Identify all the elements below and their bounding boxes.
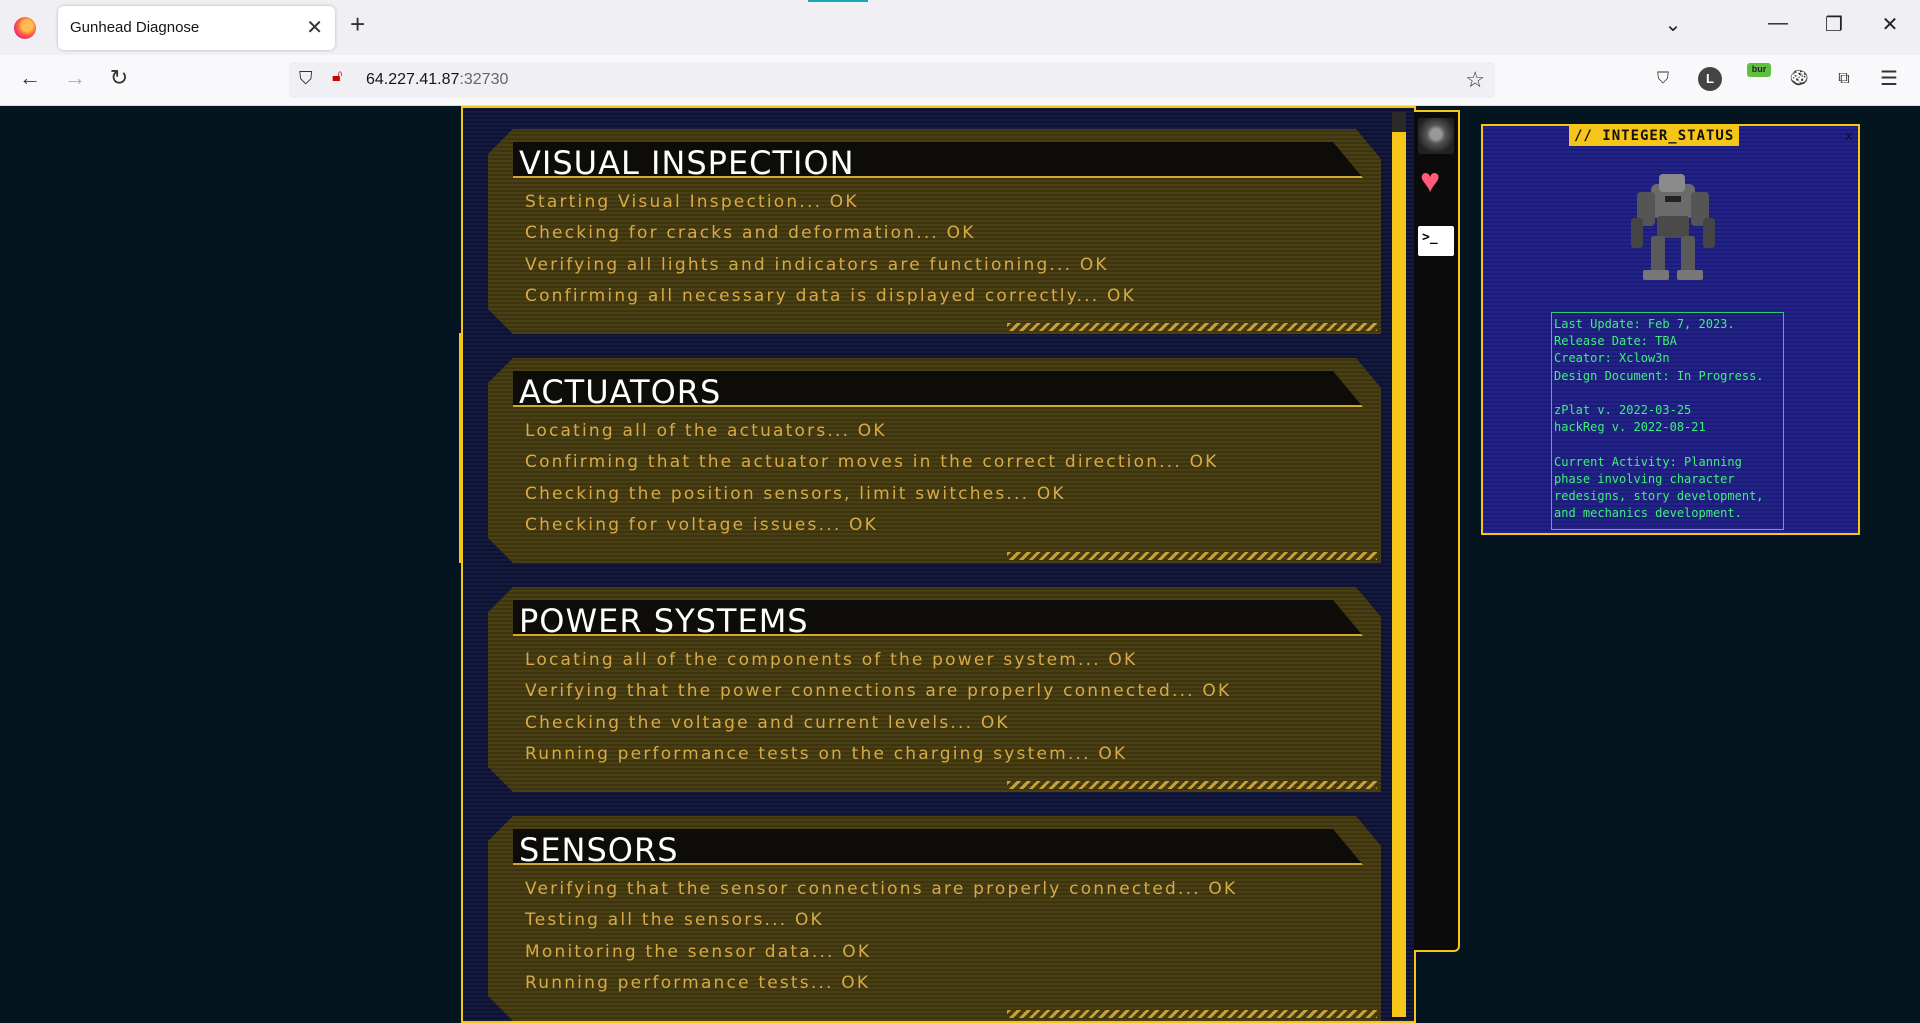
section-heading: SENSORS bbox=[513, 829, 1363, 865]
log-line: Locating all of the components of the po… bbox=[525, 650, 1138, 670]
section-log: Starting Visual Inspection... OK Checkin… bbox=[525, 187, 1136, 312]
mech-robot-image bbox=[1631, 174, 1715, 280]
url-bar[interactable]: ⛉ 🔓︎ 64.227.41.87:32730 ☆ bbox=[289, 62, 1495, 98]
status-info-box: Last Update: Feb 7, 2023. Release Date: … bbox=[1551, 312, 1784, 530]
bookmark-star-icon[interactable]: ☆ bbox=[1465, 67, 1485, 93]
bur-extension-icon[interactable]: bur bbox=[1747, 63, 1771, 77]
terminal-icon[interactable]: >_ bbox=[1418, 226, 1454, 256]
log-line: Verifying all lights and indicators are … bbox=[525, 254, 1109, 275]
close-icon[interactable]: x bbox=[1846, 128, 1853, 143]
log-line: Monitoring the sensor data... OK bbox=[525, 941, 872, 962]
section-power-systems: POWER SYSTEMS Locating all of the compon… bbox=[488, 587, 1381, 792]
url-port: :32730 bbox=[459, 71, 509, 88]
pocket-icon[interactable]: ⛉ bbox=[1651, 67, 1675, 91]
list-all-tabs-icon[interactable]: ⌄ bbox=[1658, 12, 1688, 37]
tab-gunhead-diagnose[interactable]: Gunhead Diagnose ✕ bbox=[58, 6, 335, 50]
hatch-decoration bbox=[1007, 1010, 1377, 1018]
log-line: Running performance tests on the chargin… bbox=[525, 743, 1128, 764]
back-arrow-icon[interactable]: ← bbox=[15, 65, 45, 91]
close-tab-icon[interactable]: ✕ bbox=[306, 15, 323, 40]
extensions-puzzle-icon[interactable]: ⧉ bbox=[1832, 67, 1856, 91]
forward-arrow-icon[interactable]: → bbox=[60, 65, 90, 91]
log-line: Starting Visual Inspection... OK bbox=[525, 192, 859, 212]
section-heading: POWER SYSTEMS bbox=[513, 600, 1363, 636]
section-log: Locating all of the actuators... OK Conf… bbox=[525, 416, 1219, 541]
section-log: Verifying that the sensor connections ar… bbox=[525, 874, 1237, 999]
url-text[interactable]: 64.227.41.87:32730 bbox=[366, 71, 508, 89]
cookie-extension-icon[interactable]: 🍪︎ bbox=[1787, 67, 1811, 91]
status-panel-title: // INTEGER_STATUS bbox=[1569, 126, 1740, 146]
browser-chrome: Gunhead Diagnose ✕ + ⌄ — ❐ ✕ ← → ↻ ⛉ 🔓︎ … bbox=[0, 0, 1920, 106]
new-tab-button[interactable]: + bbox=[350, 11, 365, 37]
scrollbar-track[interactable] bbox=[1392, 112, 1406, 1017]
log-line: Checking for voltage issues... OK bbox=[525, 514, 878, 535]
section-title: ACTUATORS bbox=[519, 373, 722, 411]
tab-strip-accent bbox=[808, 0, 868, 2]
hatch-decoration bbox=[1007, 781, 1377, 789]
firefox-logo-icon bbox=[14, 17, 36, 39]
section-heading: VISUAL INSPECTION bbox=[513, 142, 1363, 178]
robot-avatar[interactable] bbox=[1418, 118, 1454, 154]
section-log: Locating all of the components of the po… bbox=[525, 645, 1231, 770]
section-heading: ACTUATORS bbox=[513, 371, 1363, 407]
restore-window-button[interactable]: ❐ bbox=[1819, 12, 1849, 37]
shield-icon[interactable]: ⛉ bbox=[299, 68, 313, 89]
section-actuators: ACTUATORS Locating all of the actuators.… bbox=[488, 358, 1381, 563]
log-line: Locating all of the actuators... OK bbox=[525, 421, 887, 441]
scrollbar-thumb[interactable] bbox=[1392, 112, 1406, 132]
side-rail: ♥ >_ bbox=[1414, 110, 1460, 952]
log-line: Confirming that the actuator moves in th… bbox=[525, 452, 1219, 473]
insecure-lock-icon[interactable]: 🔓︎ bbox=[332, 68, 342, 86]
profile-avatar[interactable]: L bbox=[1698, 67, 1722, 91]
log-line: Testing all the sensors... OK bbox=[525, 910, 824, 931]
log-line: Confirming all necessary data is display… bbox=[525, 285, 1136, 306]
close-window-button[interactable]: ✕ bbox=[1875, 12, 1905, 37]
section-title: VISUAL INSPECTION bbox=[519, 144, 855, 182]
integer-status-panel: // INTEGER_STATUS x Last Update: Feb 7, … bbox=[1481, 124, 1860, 535]
hatch-decoration bbox=[1007, 552, 1377, 560]
log-line: Verifying that the sensor connections ar… bbox=[525, 879, 1238, 899]
log-line: Checking the position sensors, limit swi… bbox=[525, 483, 1066, 504]
log-line: Verifying that the power connections are… bbox=[525, 681, 1232, 702]
reload-icon[interactable]: ↻ bbox=[104, 65, 134, 91]
tab-title: Gunhead Diagnose bbox=[70, 19, 200, 36]
section-title: POWER SYSTEMS bbox=[519, 602, 809, 640]
heart-icon[interactable]: ♥ bbox=[1420, 164, 1440, 198]
menu-hamburger-icon[interactable]: ☰ bbox=[1877, 67, 1901, 91]
hatch-decoration bbox=[1007, 323, 1377, 331]
section-visual-inspection: VISUAL INSPECTION Starting Visual Inspec… bbox=[488, 129, 1381, 334]
navigation-bar: ← → ↻ ⛉ 🔓︎ 64.227.41.87:32730 ☆ ⛉ L bur … bbox=[0, 55, 1920, 106]
url-host: 64.227.41.87 bbox=[366, 71, 460, 88]
tab-bar: Gunhead Diagnose ✕ + ⌄ — ❐ ✕ bbox=[0, 0, 1920, 55]
page-content: VISUAL INSPECTION Starting Visual Inspec… bbox=[0, 106, 1920, 1023]
log-line: Checking for cracks and deformation... O… bbox=[525, 223, 976, 244]
section-title: SENSORS bbox=[519, 831, 679, 869]
log-line: Checking the voltage and current levels.… bbox=[525, 712, 1010, 733]
section-sensors: SENSORS Verifying that the sensor connec… bbox=[488, 816, 1381, 1021]
log-line: Running performance tests... OK bbox=[525, 972, 871, 993]
minimize-window-button[interactable]: — bbox=[1763, 12, 1793, 35]
